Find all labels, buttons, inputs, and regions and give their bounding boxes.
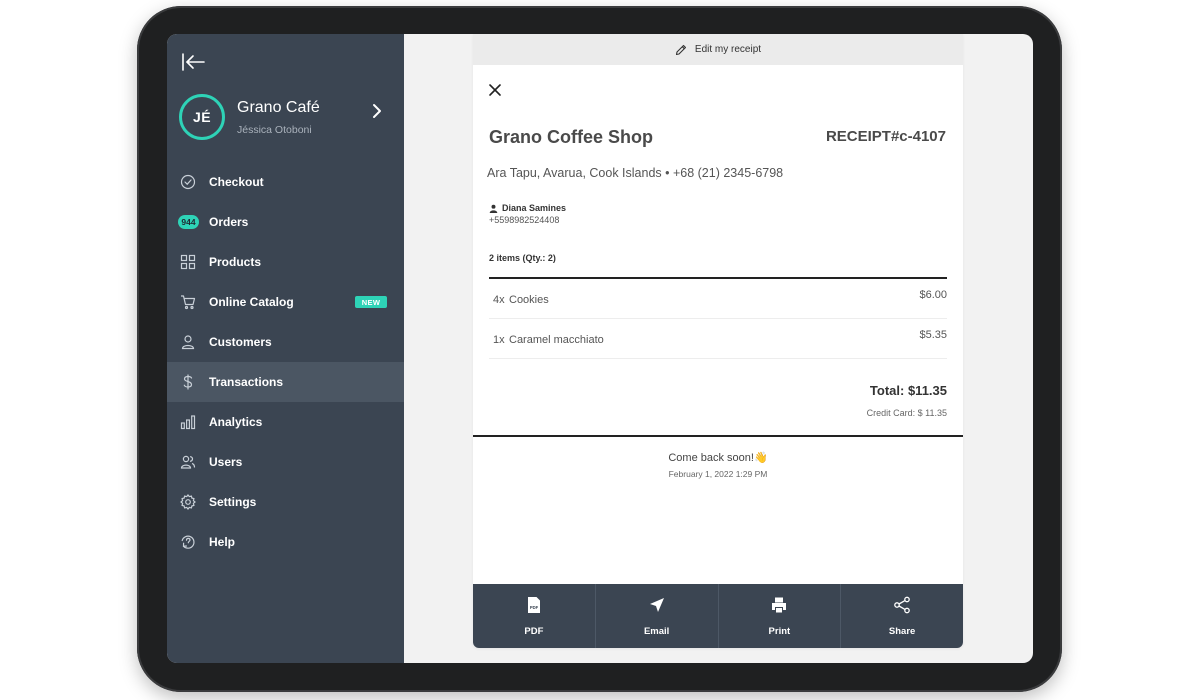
line-items-list: 4x Cookies $6.00 1x Caramel macchiato $5… — [489, 279, 947, 359]
sidebar-item-analytics[interactable]: Analytics — [167, 402, 404, 442]
shop-name: Grano Coffee Shop — [489, 127, 654, 147]
sidebar-item-label: Analytics — [209, 415, 263, 429]
waving-hand-icon: 👋 — [753, 452, 768, 464]
dollar-icon — [183, 374, 193, 390]
list-item: 4x Cookies $6.00 — [489, 279, 947, 319]
action-label: Print — [768, 626, 791, 637]
app-screen: JÉ Grano Café Jéssica Otoboni Checkout 9… — [167, 34, 1033, 663]
new-badge: NEW — [355, 296, 387, 308]
user-name: Jéssica Otoboni — [237, 124, 312, 136]
sidebar-item-checkout[interactable]: Checkout — [167, 162, 404, 202]
pencil-icon — [675, 44, 686, 55]
sidebar-item-label: Checkout — [209, 175, 264, 189]
divider — [473, 435, 963, 437]
profile-switcher[interactable]: JÉ Grano Café Jéssica Otoboni — [179, 94, 393, 142]
list-item: 1x Caramel macchiato $5.35 — [489, 319, 947, 359]
sidebar-item-label: Settings — [209, 495, 257, 509]
users-icon — [180, 455, 196, 469]
item-quantity: 4x — [493, 294, 505, 306]
person-icon — [489, 204, 498, 213]
avatar: JÉ — [179, 94, 225, 140]
receipt-panel: Edit my receipt Grano Coffee Shop RECEIP… — [473, 34, 963, 648]
share-button[interactable]: Share — [841, 584, 963, 648]
sidebar-item-orders[interactable]: 944 Orders — [167, 202, 404, 242]
business-name: Grano Café — [237, 99, 320, 116]
email-button[interactable]: Email — [596, 584, 719, 648]
sidebar: JÉ Grano Café Jéssica Otoboni Checkout 9… — [167, 34, 404, 663]
collapse-left-icon — [182, 53, 205, 71]
tablet-device: JÉ Grano Café Jéssica Otoboni Checkout 9… — [137, 6, 1062, 692]
sidebar-item-label: Customers — [209, 335, 272, 349]
items-summary: 2 items (Qty.: 2) — [489, 253, 556, 263]
sidebar-item-customers[interactable]: Customers — [167, 322, 404, 362]
sidebar-item-transactions[interactable]: Transactions — [167, 362, 404, 402]
collapse-sidebar-button[interactable] — [181, 52, 207, 72]
print-button[interactable]: Print — [719, 584, 842, 648]
action-label: Share — [888, 626, 916, 637]
item-name: Cookies — [509, 294, 549, 306]
customer-phone: +5598982524408 — [489, 215, 560, 225]
item-price: $6.00 — [919, 289, 947, 301]
share-icon — [894, 596, 910, 614]
receipt-date: February 1, 2022 1:29 PM — [668, 469, 768, 479]
action-label: Email — [643, 626, 670, 637]
person-icon — [181, 335, 195, 350]
sidebar-item-products[interactable]: Products — [167, 242, 404, 282]
edit-receipt-button[interactable]: Edit my receipt — [473, 34, 963, 65]
receipt-total: Total: $11.35 — [869, 383, 947, 398]
item-name: Caramel macchiato — [509, 334, 604, 346]
cart-icon — [181, 295, 196, 310]
sidebar-item-help[interactable]: Help — [167, 522, 404, 562]
gear-icon — [180, 494, 196, 510]
receipt-actions: PDF PDF Email Print Share — [473, 584, 963, 648]
sidebar-item-label: Orders — [209, 215, 249, 229]
thank-you-message: Come back soon!👋 — [473, 451, 963, 464]
thank-you-text: Come back soon! — [668, 452, 754, 464]
sidebar-item-label: Help — [209, 535, 236, 549]
item-quantity: 1x — [493, 334, 505, 346]
item-price: $5.35 — [919, 329, 947, 341]
sidebar-item-users[interactable]: Users — [167, 442, 404, 482]
sidebar-item-label: Transactions — [209, 375, 284, 389]
pdf-button[interactable]: PDF PDF — [473, 584, 596, 648]
customer-name-row: Diana Samines — [489, 203, 566, 213]
help-icon — [181, 535, 195, 549]
action-label: PDF — [524, 626, 544, 637]
close-button[interactable] — [487, 82, 503, 98]
customer-info: Diana Samines +5598982524408 — [489, 203, 566, 225]
svg-text:PDF: PDF — [530, 605, 539, 610]
sidebar-item-label: Products — [209, 255, 262, 269]
shop-address: Ara Tapu, Avarua, Cook Islands • +68 (21… — [487, 166, 784, 180]
orders-count-badge: 944 — [178, 215, 199, 229]
chevron-right-icon — [373, 104, 381, 118]
sidebar-item-label: Online Catalog — [209, 295, 294, 309]
printer-icon — [772, 597, 787, 613]
edit-receipt-label: Edit my receipt — [694, 44, 762, 55]
send-icon — [649, 598, 664, 612]
payment-method: Credit Card: $ 11.35 — [866, 408, 947, 418]
check-circle-icon — [180, 174, 196, 190]
close-icon — [489, 84, 501, 96]
receipt-number: RECEIPT#c-4107 — [825, 128, 946, 145]
grid-icon — [180, 254, 196, 270]
customer-name: Diana Samines — [502, 203, 567, 213]
sidebar-item-online-catalog[interactable]: Online Catalog NEW — [167, 282, 404, 322]
sidebar-item-settings[interactable]: Settings — [167, 482, 404, 522]
sidebar-nav: Checkout 944 Orders Products Online Cata… — [167, 162, 404, 562]
bar-chart-icon — [180, 415, 196, 430]
pdf-icon: PDF — [527, 597, 540, 613]
sidebar-item-label: Users — [209, 455, 243, 469]
